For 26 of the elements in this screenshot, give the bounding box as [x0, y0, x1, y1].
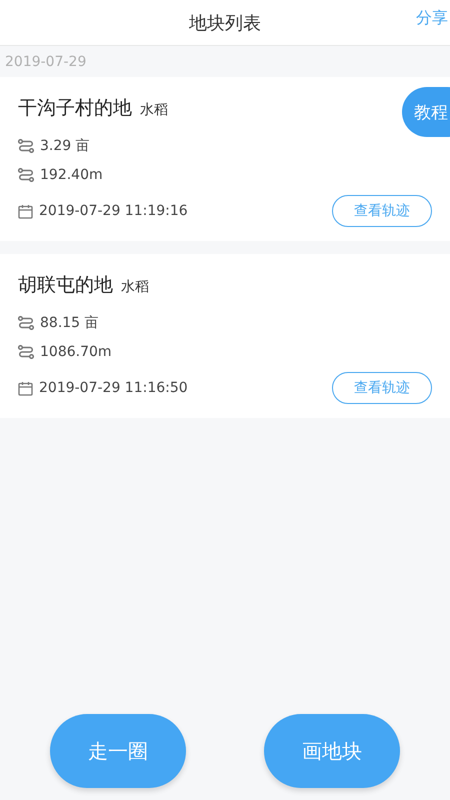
calendar-icon: [18, 380, 33, 396]
tutorial-button[interactable]: 教程: [402, 87, 450, 137]
calendar-icon: [18, 204, 33, 218]
plot-area: 3.29 亩: [40, 137, 90, 155]
share-button[interactable]: 分享: [414, 8, 450, 29]
page-title: 地块列表: [189, 12, 261, 34]
action-button[interactable]: 走一圈: [50, 714, 186, 788]
plot-name: 胡联屯的地: [18, 273, 113, 298]
plot-name: 干沟子村的地: [18, 96, 132, 121]
date-group-label: 2019-07-29: [4, 53, 88, 72]
plot-perimeter: 192.40m: [40, 167, 103, 183]
route-icon: [18, 316, 34, 330]
route-icon: [18, 168, 34, 182]
view-track-button[interactable]: 查看轨迹: [332, 195, 432, 227]
plot-card[interactable]: 干沟子村的地 水稻 教程 3.29 亩 192.40m 2019-07-29 11:19:16 查看轨迹: [0, 77, 450, 241]
plot-card[interactable]: 胡联屯的地 水稻 88.15 亩 1086.70m 2019-07-29 11:16:50 查看轨迹: [0, 254, 450, 418]
crop-type: 水稻: [140, 101, 168, 119]
plot-perimeter: 1086.70m: [40, 344, 112, 360]
route-icon: [18, 139, 34, 153]
view-track-button[interactable]: 查看轨迹: [332, 372, 432, 404]
crop-type: 水稻: [121, 278, 149, 296]
plot-time: 2019-07-29 11:16:50: [39, 380, 188, 396]
route-icon: [18, 345, 34, 359]
plot-time: 2019-07-29 11:19:16: [39, 203, 188, 219]
plot-area: 88.15 亩: [40, 314, 99, 332]
action-button[interactable]: 画地块: [264, 714, 400, 788]
